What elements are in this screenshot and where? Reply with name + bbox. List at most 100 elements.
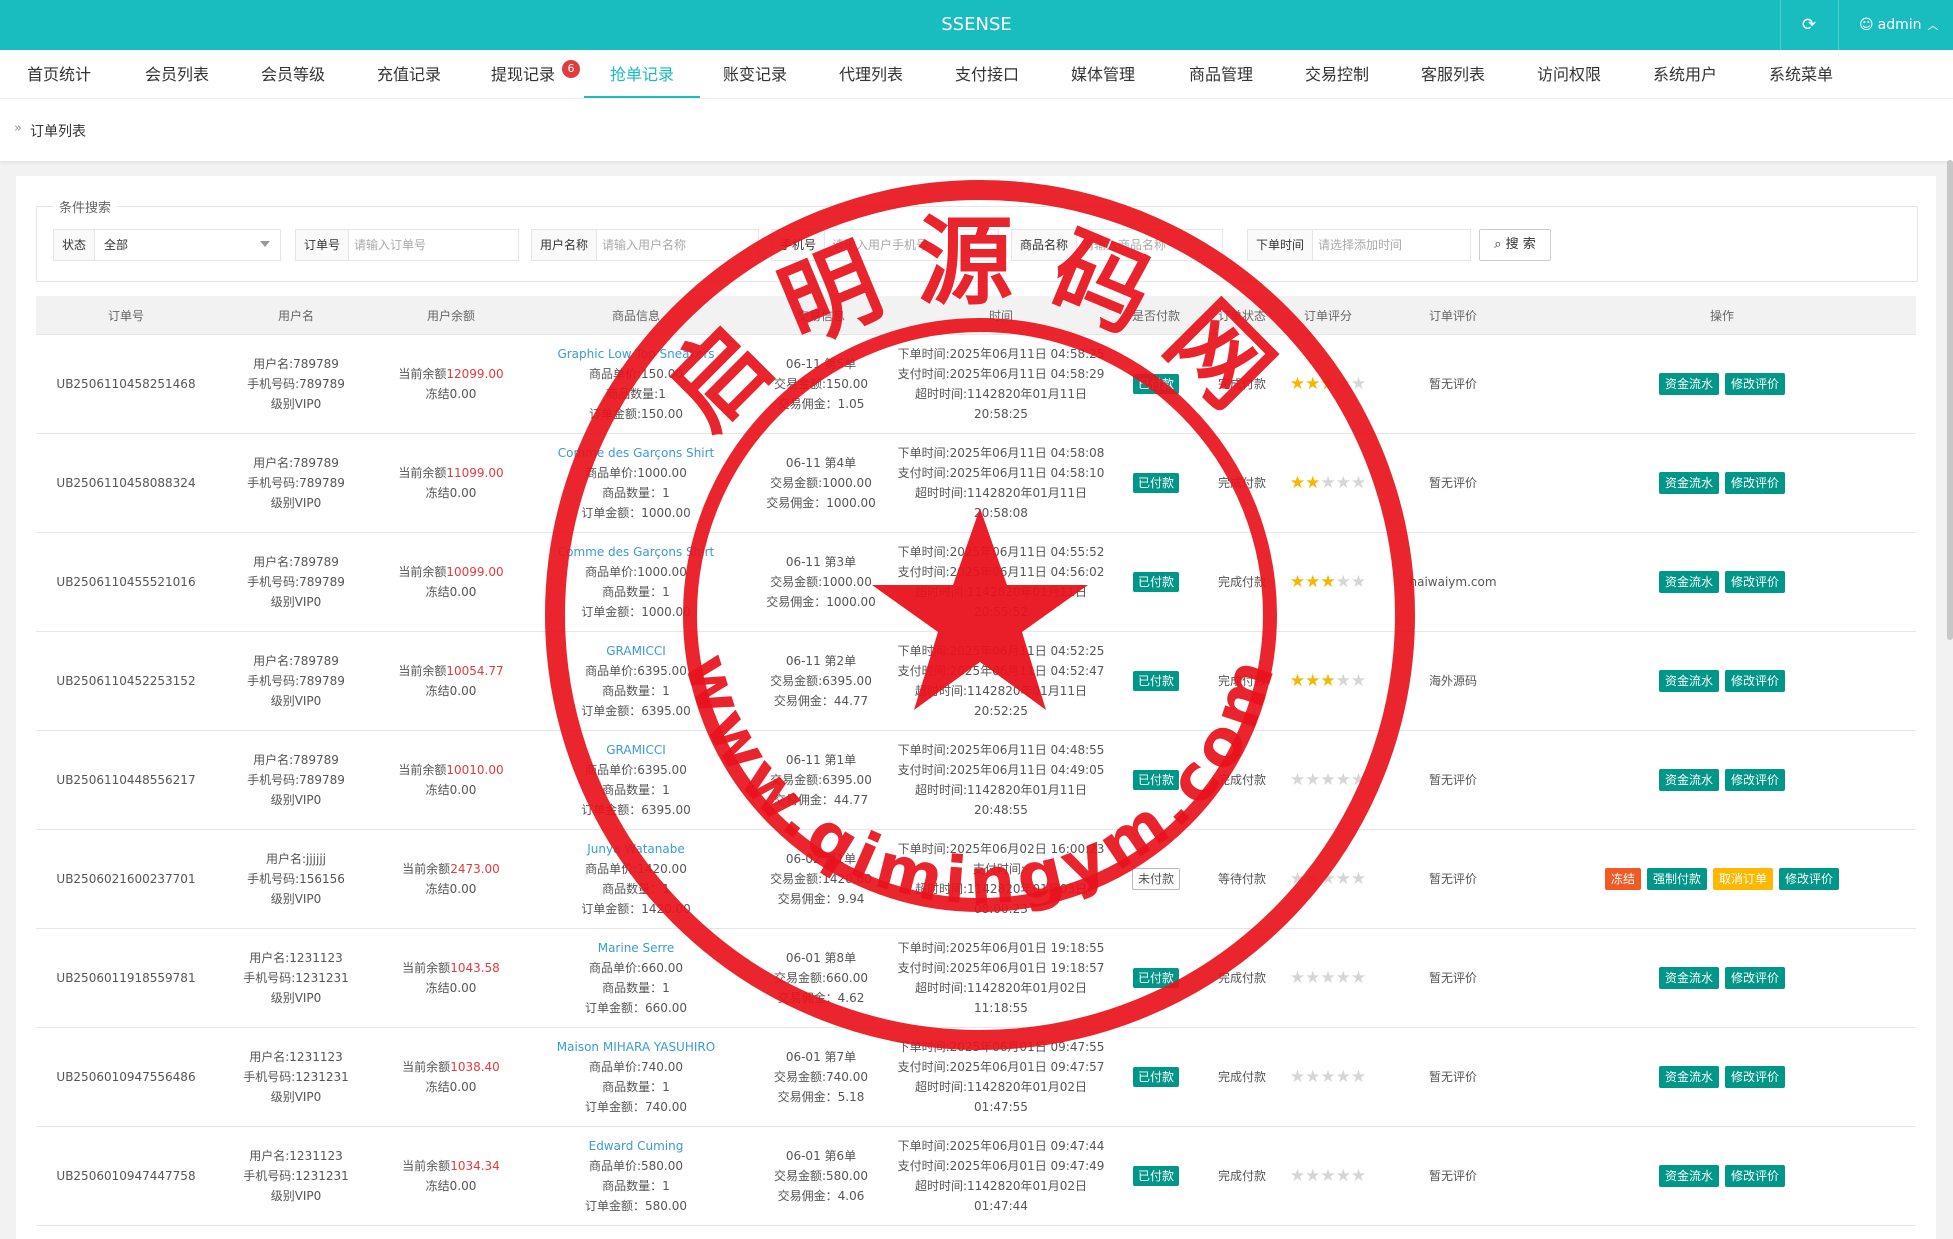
action-button[interactable]: 修改评价: [1725, 967, 1786, 989]
action-button[interactable]: 修改评价: [1725, 670, 1786, 692]
balance-value: 12099.00: [446, 367, 504, 381]
time-info-line: 支付时间:2025年06月11日 04:58:29: [897, 367, 1105, 381]
nav-item[interactable]: 商品管理: [1188, 50, 1254, 96]
time-info-line: 下单时间:2025年06月11日 04:55:52: [897, 545, 1105, 559]
product-name-link[interactable]: Comme des Garçons Shirt: [526, 542, 746, 562]
time-info-line: 下单时间:2025年06月01日 09:47:44: [897, 1139, 1105, 1153]
order-time-field[interactable]: 下单时间 请选择添加时间: [1247, 229, 1471, 261]
username-input[interactable]: 请输入用户名称: [602, 230, 686, 260]
product-name-input[interactable]: 请输入商品名称: [1082, 230, 1166, 260]
phone-field[interactable]: 手机号 请输入用户手机号: [771, 229, 999, 261]
user-info-line: 手机号码:789789: [247, 674, 345, 688]
action-button[interactable]: 资金流水: [1658, 373, 1719, 395]
phone-input[interactable]: 请输入用户手机号: [832, 230, 928, 260]
search-button[interactable]: ⌕ 搜 索: [1479, 229, 1551, 261]
time-info-line: 超时时间:1142820年01月02日 01:47:44: [914, 1179, 1088, 1213]
action-button[interactable]: 取消订单: [1713, 868, 1774, 890]
status-select[interactable]: 状态 全部: [53, 229, 281, 261]
user-info-line: 用户名:1231123: [249, 951, 343, 965]
nav-item[interactable]: 客服列表: [1420, 50, 1486, 96]
product-name-link[interactable]: GRAMICCI: [526, 641, 746, 661]
action-button[interactable]: 修改评价: [1725, 1165, 1786, 1187]
nav-item[interactable]: 系统菜单: [1768, 50, 1834, 96]
table-row: UB2506110452253152 用户名:789789 手机号码:789789 级…: [36, 631, 1916, 731]
product-name-link[interactable]: Marine Serre: [526, 938, 746, 958]
action-button[interactable]: 修改评价: [1725, 769, 1786, 791]
nav-item[interactable]: 交易控制: [1304, 50, 1370, 96]
time-info-line: 下单时间:2025年06月11日 04:58:08: [897, 446, 1105, 460]
balance-cell: 当前余额2473.00 冻结0.00: [376, 829, 526, 929]
product-name-link[interactable]: Comme des Garçons Shirt: [526, 443, 746, 463]
nav-item[interactable]: 会员等级: [260, 50, 326, 96]
user-info-line: 手机号码:156156: [247, 872, 345, 886]
actions-cell: 资金流水 修改评价: [1528, 532, 1916, 632]
nav-item-label: 首页统计: [26, 65, 91, 84]
user-info-line: 级别VIP0: [270, 1090, 322, 1104]
trade-info-line: 交易佣金：4.06: [777, 1189, 865, 1203]
nav-item-label: 提现记录: [490, 65, 555, 84]
action-button[interactable]: 资金流水: [1658, 472, 1719, 494]
nav-item[interactable]: 会员列表: [144, 50, 210, 96]
product-info-line: 商品单价:740.00: [588, 1060, 684, 1074]
product-name-link[interactable]: Edward Cuming: [526, 1136, 746, 1156]
nav-item[interactable]: 支付接口: [954, 50, 1020, 96]
balance-line: 当前余额1034.34: [376, 1156, 526, 1176]
action-button[interactable]: 修改评价: [1725, 1066, 1786, 1088]
action-button[interactable]: 修改评价: [1725, 373, 1786, 395]
star-icon: ★: [1289, 868, 1306, 889]
nav-item[interactable]: 系统用户: [1652, 50, 1718, 96]
action-button[interactable]: 资金流水: [1658, 571, 1719, 593]
balance-line: 当前余额1043.58: [376, 958, 526, 978]
nav-item[interactable]: 代理列表: [838, 50, 904, 96]
user-info-line: 手机号码:789789: [247, 575, 345, 589]
nav-item[interactable]: 访问权限: [1536, 50, 1602, 96]
balance-line: 当前余额10099.00: [376, 562, 526, 582]
balance-label: 当前余额: [402, 1159, 451, 1173]
nav-item[interactable]: 首页统计: [26, 50, 92, 96]
balance-value: 1043.58: [450, 961, 500, 975]
order-time-input[interactable]: 请选择添加时间: [1318, 230, 1402, 260]
nav-item[interactable]: 账变记录: [722, 50, 788, 96]
product-info-line: 订单金额：6395.00: [581, 803, 691, 817]
nav-item[interactable]: 媒体管理: [1070, 50, 1136, 96]
product-name-link[interactable]: Junya Watanabe: [526, 839, 746, 859]
table-row: UB2506110448556217 用户名:789789 手机号码:789789 级…: [36, 730, 1916, 830]
action-button[interactable]: 资金流水: [1658, 1165, 1719, 1187]
page-scrollbar[interactable]: [1947, 160, 1953, 640]
action-button[interactable]: 修改评价: [1725, 571, 1786, 593]
nav-item[interactable]: 充值记录: [376, 50, 442, 96]
username-field[interactable]: 用户名称 请输入用户名称: [531, 229, 759, 261]
balance-label: 当前余额: [402, 961, 451, 975]
action-button[interactable]: 资金流水: [1658, 670, 1719, 692]
action-button[interactable]: 强制付款: [1646, 868, 1707, 890]
nav-item-label: 交易控制: [1304, 65, 1369, 84]
product-name-link[interactable]: Maison MIHARA YASUHIRO: [526, 1037, 746, 1057]
action-button[interactable]: 修改评价: [1779, 868, 1840, 890]
order-number-field[interactable]: 订单号 请输入订单号: [295, 229, 519, 261]
product-name-link[interactable]: Graphic Low Top Sneakers: [526, 344, 746, 364]
product-info-line: 商品数量：1: [602, 684, 670, 698]
action-button[interactable]: 资金流水: [1658, 967, 1719, 989]
star-icon: ★: [1320, 670, 1336, 691]
nav-item[interactable]: 提现记录: [490, 50, 556, 96]
balance-label: 当前余额: [398, 466, 447, 480]
action-button[interactable]: 资金流水: [1658, 1066, 1719, 1088]
table-row: UB2506010947556486 用户名:1231123 手机号码:123123…: [36, 1027, 1916, 1127]
frozen-amount: 冻结0.00: [425, 486, 477, 500]
balance-value: 2473.00: [450, 862, 500, 876]
product-info-line: 商品单价:1420.00: [585, 862, 687, 876]
refresh-button[interactable]: ⟳: [1780, 0, 1837, 50]
search-form: 条件搜索 状态 全部 订单号 请输入订单号 用户名称 请输入用户名称 手机号 请…: [36, 197, 1918, 282]
trade-info-line: 06-02 第1单: [785, 852, 857, 866]
product-name-link[interactable]: GRAMICCI: [526, 740, 746, 760]
product-info-line: 商品单价:6395.00: [585, 664, 687, 678]
order-number-input[interactable]: 请输入订单号: [354, 230, 426, 260]
action-button[interactable]: 资金流水: [1658, 769, 1719, 791]
table-row: UB2506110458088324 用户名:789789 手机号码:789789 级…: [36, 433, 1916, 533]
user-menu[interactable]: ☺ admin ︿: [1838, 0, 1953, 50]
nav-item[interactable]: 抢单记录: [584, 50, 700, 99]
action-button[interactable]: 修改评价: [1725, 472, 1786, 494]
action-button[interactable]: 冻结: [1604, 868, 1641, 890]
trade-info-line: 交易金额:150.00: [773, 377, 869, 391]
product-name-field[interactable]: 商品名称 请输入商品名称: [1011, 229, 1223, 261]
